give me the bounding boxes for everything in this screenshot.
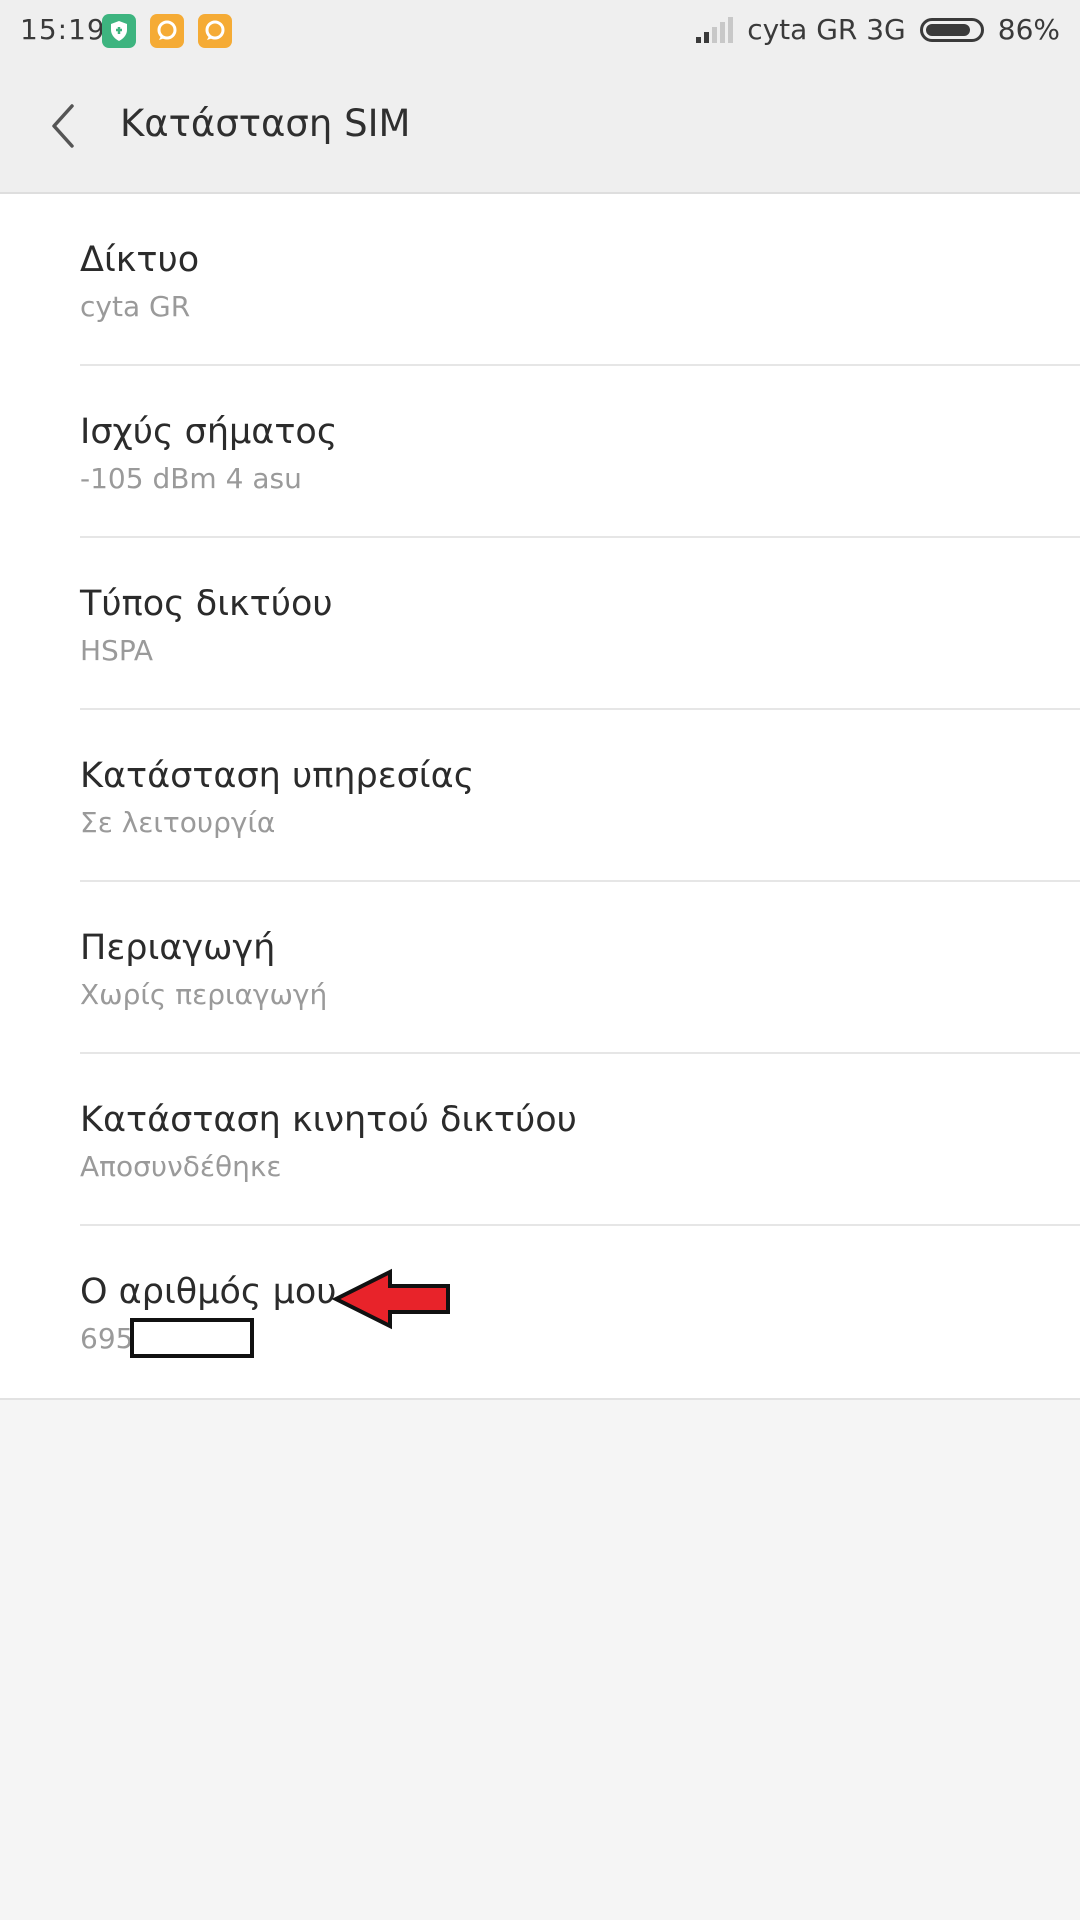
status-right-group: cyta GR 3G 86% [696,13,1060,46]
item-title: Περιαγωγή [80,928,276,968]
item-value: cyta GR [80,290,191,323]
battery-percent: 86% [997,13,1060,46]
battery-icon [919,17,984,42]
signal-strength-icon [696,16,734,43]
carrier-label: cyta GR 3G [747,13,906,46]
back-arrow-icon [52,104,74,148]
list-item-network-type[interactable]: Τύπος δικτύου HSPA [0,538,1080,710]
item-value: 695 [80,1322,134,1355]
item-title: Ο αριθμός μου [80,1272,337,1312]
list-item-my-number[interactable]: Ο αριθμός μου 695 [0,1226,1080,1398]
list-item-service-state[interactable]: Κατάσταση υπηρεσίας Σε λειτουργία [0,710,1080,882]
list-item-mobile-network-state[interactable]: Κατάσταση κινητού δικτύου Αποσυνδέθηκε [0,1054,1080,1226]
redaction-box [130,1318,254,1358]
message-notification-icon [150,14,184,48]
back-button[interactable] [38,98,88,154]
shield-notification-icon [102,14,136,48]
list-item-signal-strength[interactable]: Ισχύς σήματος -105 dBm 4 asu [0,366,1080,538]
item-value: Χωρίς περιαγωγή [80,978,328,1011]
item-value: HSPA [80,634,154,667]
sim-status-screen: 15:19 cyta GR 3G 86% Κατάσταση SIM Δίκτυ… [0,0,1080,1920]
page-title: Κατάσταση SIM [120,102,411,145]
annotation-arrow-icon [332,1268,450,1330]
item-value: Σε λειτουργία [80,806,276,839]
item-title: Δίκτυο [80,240,200,280]
item-title: Ισχύς σήματος [80,412,338,452]
item-title: Κατάσταση υπηρεσίας [80,756,475,796]
item-value: Αποσυνδέθηκε [80,1150,282,1183]
list-item-roaming[interactable]: Περιαγωγή Χωρίς περιαγωγή [0,882,1080,1054]
title-bar: Κατάσταση SIM [0,62,1080,194]
list-item-network[interactable]: Δίκτυο cyta GR [0,194,1080,366]
sim-info-list: Δίκτυο cyta GR Ισχύς σήματος -105 dBm 4 … [0,194,1080,1400]
status-bar: 15:19 cyta GR 3G 86% [0,0,1080,62]
item-title: Τύπος δικτύου [80,584,333,624]
item-title: Κατάσταση κινητού δικτύου [80,1100,577,1140]
item-value: -105 dBm 4 asu [80,462,302,495]
message-notification-icon [198,14,232,48]
status-time: 15:19 [20,13,106,46]
